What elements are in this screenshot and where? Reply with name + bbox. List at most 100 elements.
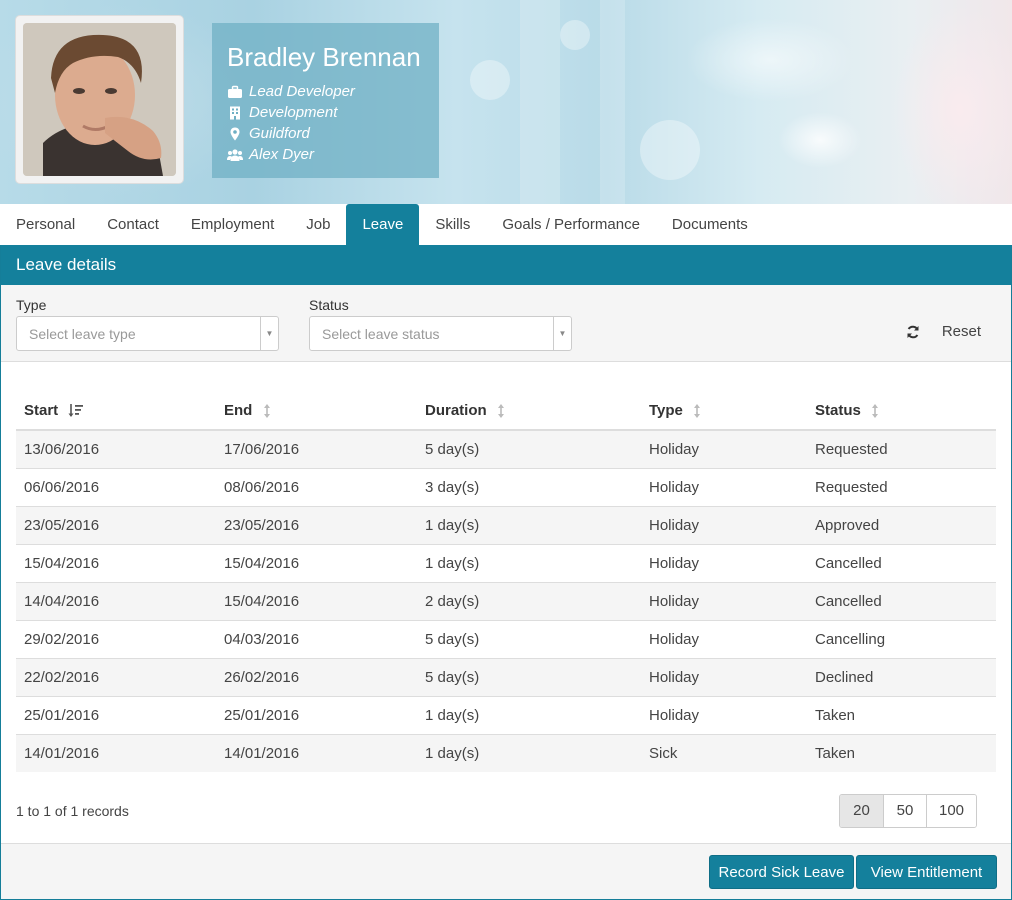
cell-status: Cancelling — [807, 619, 996, 658]
status-filter-label: Status — [309, 297, 349, 313]
type-filter: Type Select leave type ▼ — [16, 297, 279, 351]
sort-icon — [263, 404, 270, 419]
type-filter-label: Type — [16, 297, 47, 313]
records-count: 1 to 1 of 1 records — [16, 803, 129, 819]
avatar[interactable] — [23, 23, 176, 176]
cell-status: Requested — [807, 429, 996, 468]
employee-name: Bradley Brennan — [227, 42, 421, 72]
leave-type-placeholder: Select leave type — [29, 325, 136, 342]
filters-bar: Type Select leave type ▼ Status Select l… — [1, 285, 1011, 362]
tab-leave[interactable]: Leave — [346, 204, 420, 246]
page-size-50[interactable]: 50 — [883, 795, 926, 827]
record-sick-leave-button[interactable]: Record Sick Leave — [709, 855, 854, 889]
leave-status-select[interactable]: Select leave status ▼ — [309, 316, 572, 351]
cell-start: 14/01/2016 — [16, 733, 216, 772]
manager-line: Alex Dyer — [227, 144, 424, 165]
cell-duration: 1 day(s) — [417, 733, 641, 772]
sort-desc-icon — [68, 404, 84, 418]
banner-decoration — [470, 60, 510, 100]
cell-start: 14/04/2016 — [16, 581, 216, 620]
cell-type: Holiday — [641, 657, 807, 696]
leave-table: Start End Duration Type Status 13/06/201… — [16, 392, 996, 772]
banner-decoration — [600, 0, 625, 204]
cell-type: Holiday — [641, 467, 807, 506]
job-title-line: Lead Developer — [227, 81, 424, 102]
users-icon — [227, 148, 243, 161]
column-header-end[interactable]: End — [216, 392, 417, 431]
table-row[interactable]: 29/02/2016 04/03/2016 5 day(s) Holiday C… — [16, 619, 996, 658]
cell-end: 15/04/2016 — [216, 581, 417, 620]
cell-duration: 1 day(s) — [417, 543, 641, 582]
column-header-start[interactable]: Start — [16, 392, 216, 431]
caret-down-icon[interactable]: ▼ — [553, 317, 571, 350]
cell-status: Taken — [807, 695, 996, 734]
tab-skills[interactable]: Skills — [419, 204, 486, 246]
cell-duration: 1 day(s) — [417, 505, 641, 544]
table-row[interactable]: 14/04/2016 15/04/2016 2 day(s) Holiday C… — [16, 581, 996, 620]
cell-duration: 5 day(s) — [417, 657, 641, 696]
tab-goals-performance[interactable]: Goals / Performance — [486, 204, 656, 246]
cell-type: Holiday — [641, 695, 807, 734]
job-title: Lead Developer — [249, 83, 355, 100]
cell-duration: 2 day(s) — [417, 581, 641, 620]
table-row[interactable]: 23/05/2016 23/05/2016 1 day(s) Holiday A… — [16, 505, 996, 544]
sort-icon — [694, 404, 701, 419]
view-entitlement-button[interactable]: View Entitlement — [856, 855, 997, 889]
reset-button[interactable]: Reset — [906, 323, 981, 340]
cell-status: Approved — [807, 505, 996, 544]
cell-type: Holiday — [641, 619, 807, 658]
cell-status: Cancelled — [807, 543, 996, 582]
cell-start: 25/01/2016 — [16, 695, 216, 734]
leave-type-select[interactable]: Select leave type ▼ — [16, 316, 279, 351]
cell-status: Taken — [807, 733, 996, 772]
tab-job[interactable]: Job — [290, 204, 346, 246]
sort-icon — [497, 404, 504, 419]
table-row[interactable]: 22/02/2016 26/02/2016 5 day(s) Holiday D… — [16, 657, 996, 696]
status-filter: Status Select leave status ▼ — [309, 297, 572, 351]
cell-duration: 3 day(s) — [417, 467, 641, 506]
leave-status-placeholder: Select leave status — [322, 325, 440, 342]
page-size-100[interactable]: 100 — [926, 795, 976, 827]
profile-info-box: Bradley Brennan Lead Developer Developme… — [212, 23, 439, 178]
briefcase-icon — [228, 85, 242, 98]
cell-type: Holiday — [641, 543, 807, 582]
table-row[interactable]: 13/06/2016 17/06/2016 5 day(s) Holiday R… — [16, 429, 996, 468]
table-row[interactable]: 15/04/2016 15/04/2016 1 day(s) Holiday C… — [16, 543, 996, 582]
map-marker-icon — [230, 127, 240, 140]
refresh-icon — [907, 325, 919, 338]
column-header-duration[interactable]: Duration — [417, 392, 641, 431]
page-size-20[interactable]: 20 — [840, 795, 883, 827]
cell-type: Sick — [641, 733, 807, 772]
reset-label: Reset — [941, 323, 981, 340]
tab-employment[interactable]: Employment — [175, 204, 290, 246]
table-header-row: Start End Duration Type Status — [16, 392, 996, 431]
manager: Alex Dyer — [249, 146, 315, 163]
tab-documents[interactable]: Documents — [656, 204, 764, 246]
table-row[interactable]: 14/01/2016 14/01/2016 1 day(s) Sick Take… — [16, 733, 996, 772]
banner-decoration — [520, 0, 560, 204]
table-row[interactable]: 25/01/2016 25/01/2016 1 day(s) Holiday T… — [16, 695, 996, 734]
cell-type: Holiday — [641, 429, 807, 468]
cell-duration: 1 day(s) — [417, 695, 641, 734]
cell-type: Holiday — [641, 505, 807, 544]
cell-status: Requested — [807, 467, 996, 506]
profile-banner: Bradley Brennan Lead Developer Developme… — [0, 0, 1012, 204]
cell-start: 23/05/2016 — [16, 505, 216, 544]
column-header-type[interactable]: Type — [641, 392, 807, 431]
banner-decoration — [560, 20, 590, 50]
cell-end: 26/02/2016 — [216, 657, 417, 696]
table-row[interactable]: 06/06/2016 08/06/2016 3 day(s) Holiday R… — [16, 467, 996, 506]
cell-duration: 5 day(s) — [417, 619, 641, 658]
tab-personal[interactable]: Personal — [0, 204, 91, 246]
tab-contact[interactable]: Contact — [91, 204, 175, 246]
caret-down-icon[interactable]: ▼ — [260, 317, 278, 350]
profile-tabs: Personal Contact Employment Job Leave Sk… — [0, 204, 1012, 246]
panel-footer: Record Sick Leave View Entitlement — [1, 843, 1011, 899]
cell-type: Holiday — [641, 581, 807, 620]
location: Guildford — [249, 125, 310, 142]
column-header-status[interactable]: Status — [807, 392, 996, 431]
building-icon — [230, 106, 240, 119]
cell-status: Cancelled — [807, 581, 996, 620]
cell-duration: 5 day(s) — [417, 429, 641, 468]
banner-decoration — [640, 120, 700, 180]
